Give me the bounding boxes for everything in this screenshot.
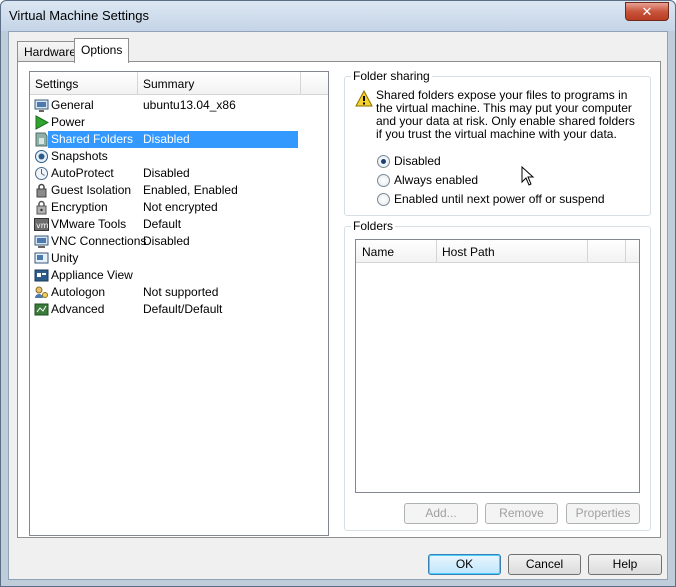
settings-row-general[interactable]: General ubuntu13.04_x86: [31, 97, 327, 114]
settings-item-label: Unity: [51, 251, 79, 265]
settings-item-summary: Disabled: [143, 132, 190, 146]
unity-icon: [34, 252, 49, 264]
folders-table-header: Name Host Path: [356, 240, 639, 263]
tab-options[interactable]: Options: [74, 38, 129, 63]
radio-label: Always enabled: [394, 173, 479, 187]
power-icon: [35, 115, 49, 130]
folders-group: Folders Name Host Path Add... Remove Pro…: [344, 219, 651, 531]
settings-row-unity[interactable]: Unity: [31, 250, 327, 267]
appliance-view-icon: [34, 269, 49, 282]
tab-hardware[interactable]: Hardware: [17, 41, 76, 62]
autoprotect-icon: [35, 167, 48, 180]
vnc-icon: [34, 235, 49, 248]
options-panel: Settings Summary General ubuntu13.04_x86…: [17, 61, 661, 538]
settings-row-encryption[interactable]: Encryption Not encrypted: [31, 199, 327, 216]
settings-item-label: General: [51, 98, 94, 112]
settings-item-label: Encryption: [51, 200, 108, 214]
folder-properties-button[interactable]: Properties: [566, 503, 640, 524]
svg-text:vm: vm: [36, 221, 49, 230]
settings-column-header[interactable]: Settings: [35, 77, 78, 91]
dialog-window: Virtual Machine Settings ✕ Hardware Opti…: [0, 0, 676, 587]
add-folder-button[interactable]: Add...: [404, 503, 478, 524]
snapshots-icon: [35, 150, 48, 163]
ok-button[interactable]: OK: [428, 554, 501, 575]
settings-row-autologon[interactable]: Autologon Not supported: [31, 284, 327, 301]
settings-row-guest-isolation[interactable]: Guest Isolation Enabled, Enabled: [31, 182, 327, 199]
settings-item-label: Snapshots: [51, 149, 108, 163]
settings-item-label: VNC Connections: [51, 234, 147, 248]
radio-label: Disabled: [394, 154, 441, 168]
mouse-cursor-icon: [521, 166, 535, 186]
radio-button[interactable]: [377, 155, 390, 168]
settings-item-summary: Default/Default: [143, 302, 223, 316]
settings-item-summary: Not supported: [143, 285, 219, 299]
title-bar[interactable]: Virtual Machine Settings ✕: [1, 1, 675, 31]
folder-sharing-group: Folder sharing Shared folders expose you…: [344, 69, 651, 216]
settings-item-label: Guest Isolation: [51, 183, 132, 197]
vmware-tools-icon: vm: [34, 218, 49, 231]
folder-sharing-warning: Shared folders expose your files to prog…: [376, 88, 635, 141]
settings-item-summary: Enabled, Enabled: [143, 183, 238, 197]
help-button[interactable]: Help: [588, 554, 662, 575]
folder-sharing-title: Folder sharing: [351, 69, 432, 83]
settings-item-summary: Disabled: [143, 234, 190, 248]
settings-row-vnc-connections[interactable]: VNC Connections Disabled: [31, 233, 327, 250]
settings-item-label: Advanced: [51, 302, 105, 316]
settings-list[interactable]: Settings Summary General ubuntu13.04_x86…: [29, 71, 329, 536]
radio-button[interactable]: [377, 174, 390, 187]
settings-row-vmware-tools[interactable]: vm VMware Tools Default: [31, 216, 327, 233]
radio-button[interactable]: [377, 193, 390, 206]
host-path-column-header[interactable]: Host Path: [442, 245, 495, 259]
settings-item-label: Appliance View: [51, 268, 133, 282]
advanced-icon: [34, 303, 49, 316]
settings-item-summary: Default: [143, 217, 182, 231]
folders-table[interactable]: Name Host Path: [355, 239, 640, 493]
guest-isolation-icon: [36, 183, 47, 198]
dialog-body: Hardware Options Settings Summary Genera…: [8, 31, 668, 580]
settings-row-advanced[interactable]: Advanced Default/Default: [31, 301, 327, 318]
settings-item-label: Power: [51, 115, 86, 129]
settings-row-snapshots[interactable]: Snapshots: [31, 148, 327, 165]
settings-row-autoprotect[interactable]: AutoProtect Disabled: [31, 165, 327, 182]
settings-item-summary: Disabled: [143, 166, 190, 180]
settings-item-summary: ubuntu13.04_x86: [143, 98, 236, 112]
radio-label: Enabled until next power off or suspend: [394, 192, 605, 206]
warning-icon: [355, 90, 373, 107]
settings-list-header: Settings Summary: [30, 72, 328, 95]
summary-column-header[interactable]: Summary: [143, 77, 194, 91]
autologon-icon: [35, 286, 48, 298]
settings-item-label: Autologon: [51, 285, 106, 299]
settings-item-label: Shared Folders: [51, 132, 134, 146]
name-column-header[interactable]: Name: [362, 245, 394, 259]
close-button[interactable]: ✕: [625, 2, 669, 21]
folders-title: Folders: [351, 219, 396, 233]
general-icon: [34, 99, 49, 112]
window-title: Virtual Machine Settings: [9, 8, 149, 23]
settings-item-label: AutoProtect: [51, 166, 114, 180]
settings-item-label: VMware Tools: [51, 217, 127, 231]
settings-row-shared-folders[interactable]: Shared Folders Disabled: [31, 131, 327, 148]
settings-item-summary: Not encrypted: [143, 200, 218, 214]
settings-row-appliance-view[interactable]: Appliance View: [31, 267, 327, 284]
remove-folder-button[interactable]: Remove: [485, 503, 558, 524]
shared-folders-icon: [35, 132, 48, 147]
encryption-icon: [36, 200, 47, 215]
cancel-button[interactable]: Cancel: [508, 554, 581, 575]
settings-row-power[interactable]: Power: [31, 114, 327, 131]
